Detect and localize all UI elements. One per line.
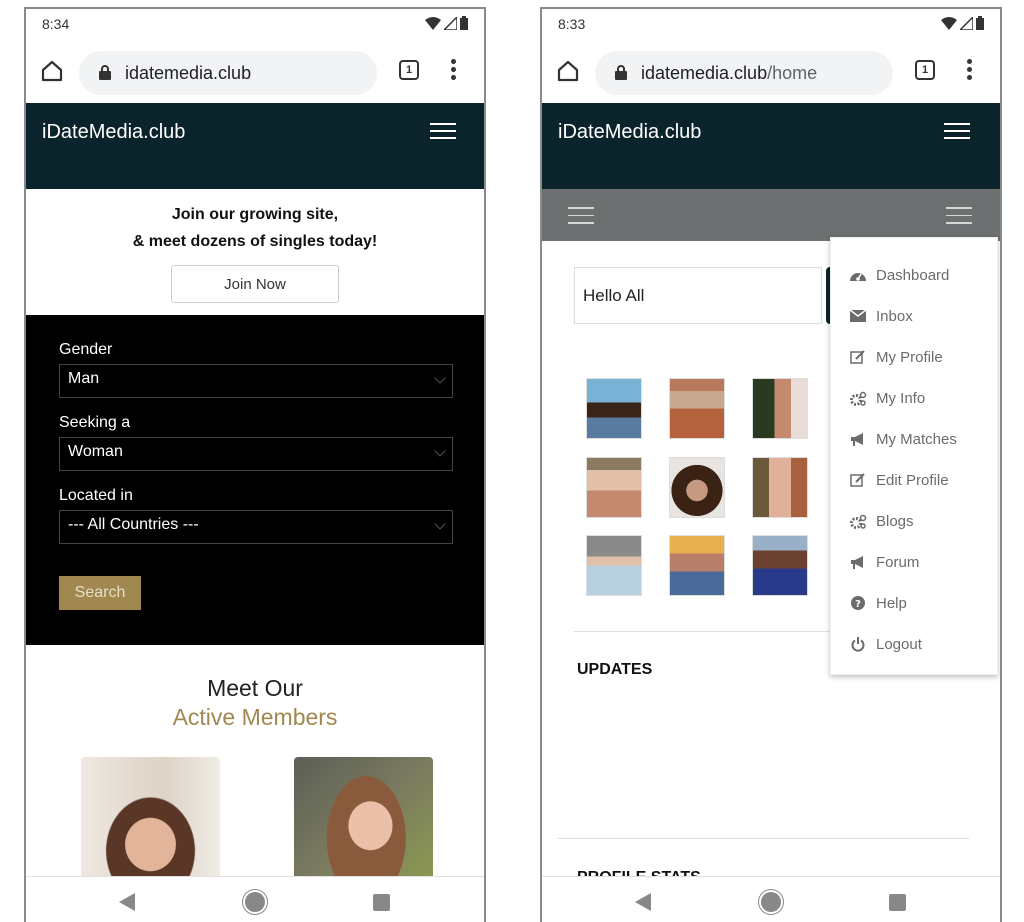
grid-photo[interactable] [586,378,642,439]
menu-item-logout[interactable]: Logout [848,633,922,655]
question-circle-icon: ? [848,595,868,611]
site-logo[interactable]: iDateMedia.club [558,121,701,144]
power-icon [848,636,868,652]
gears-icon [848,513,868,529]
back-icon[interactable] [635,893,651,911]
location-label: Located in [59,487,133,504]
home-circle-icon[interactable] [245,892,265,912]
more-options-icon[interactable] [448,59,458,83]
divider [558,838,969,839]
menu-item-dashboard[interactable]: Dashboard [848,264,949,286]
gears-icon [848,390,868,406]
tab-switcher-button[interactable]: 1 [915,60,935,80]
join-now-button[interactable]: Join Now [171,265,339,303]
back-icon[interactable] [119,893,135,911]
gender-label: Gender [59,341,113,358]
promo-line-2: & meet dozens of singles today! [132,233,378,250]
wifi-icon [425,16,441,30]
member-photo[interactable] [294,757,433,882]
recents-icon[interactable] [889,894,906,911]
chevron-down-icon [434,372,446,384]
url-text: idatemedia.club/home [641,63,818,83]
status-time: 8:33 [558,16,586,32]
dashboard-icon [848,267,868,283]
battery-icon [460,16,468,30]
status-bar: 8:34 [26,9,484,39]
recents-icon[interactable] [373,894,390,911]
more-options-icon[interactable] [964,59,974,83]
grid-photo[interactable] [669,378,725,439]
members-subtitle: Active Members [172,704,338,730]
grid-photo[interactable] [586,457,642,518]
active-members-section: Meet Our Active Members [26,645,484,885]
updates-heading: UPDATES [577,661,653,678]
status-bar: 8:33 [542,9,1000,39]
svg-text:?: ? [855,599,861,610]
tab-switcher-button[interactable]: 1 [399,60,419,80]
android-nav-bar [26,876,484,922]
menu-item-help[interactable]: ? Help [848,592,907,614]
location-select[interactable]: --- All Countries --- [59,510,453,544]
edit-icon [848,349,868,365]
site-header: iDateMedia.club [26,103,484,189]
left-menu-toggle-icon[interactable] [568,207,594,225]
menu-item-my-matches[interactable]: My Matches [848,428,957,450]
home-icon[interactable] [40,59,64,83]
menu-item-my-profile[interactable]: My Profile [848,346,943,368]
menu-item-blogs[interactable]: Blogs [848,510,914,532]
browser-toolbar: idatemedia.club 1 [26,39,484,103]
wifi-icon [941,16,957,30]
menu-item-forum[interactable]: Forum [848,551,919,573]
lock-icon [99,65,111,80]
grid-photo[interactable] [586,535,642,596]
right-menu-toggle-icon[interactable] [946,207,972,225]
menu-item-inbox[interactable]: Inbox [848,305,913,327]
address-bar[interactable]: idatemedia.club [79,51,377,95]
phone-screen-left: 8:34 idatemedia.club 1 iDateMedia.club J… [24,7,486,922]
promo-line-1: Join our growing site, [171,206,339,223]
phone-screen-right: 8:33 idatemedia.club/home 1 iDateMedia.c… [540,7,1002,922]
status-update-input[interactable]: Hello All [574,267,822,324]
envelope-icon [848,308,868,324]
megaphone-icon [848,554,868,570]
android-nav-bar [542,876,1000,922]
signal-icon [444,16,457,30]
menu-item-edit-profile[interactable]: Edit Profile [848,469,949,491]
members-title: Meet Our [207,675,303,701]
dashboard-subnav [542,189,1000,241]
hamburger-menu-icon[interactable] [430,123,456,141]
join-promo: Join our growing site, & meet dozens of … [26,189,484,315]
member-photo[interactable] [81,757,220,882]
signal-icon [960,16,973,30]
grid-photo[interactable] [752,378,808,439]
seeking-label: Seeking a [59,414,131,431]
grid-photo[interactable] [752,535,808,596]
address-bar[interactable]: idatemedia.club/home [595,51,893,95]
browser-toolbar: idatemedia.club/home 1 [542,39,1000,103]
divider [574,631,874,632]
menu-item-my-info[interactable]: My Info [848,387,925,409]
grid-photo[interactable] [669,457,725,518]
gender-select[interactable]: Man [59,364,453,398]
site-logo[interactable]: iDateMedia.club [42,121,185,144]
grid-photo[interactable] [752,457,808,518]
site-header: iDateMedia.club [542,103,1000,189]
battery-icon [976,16,984,30]
lock-icon [615,65,627,80]
status-time: 8:34 [42,16,70,32]
chevron-down-icon [434,445,446,457]
user-dropdown-menu: Dashboard Inbox My Profile My Info My Ma… [830,237,998,675]
search-form: Gender Man Seeking a Woman Located in --… [26,315,484,645]
home-icon[interactable] [556,59,580,83]
chevron-down-icon [434,518,446,530]
search-button[interactable]: Search [59,576,141,610]
megaphone-icon [848,431,868,447]
hamburger-menu-icon[interactable] [944,123,970,141]
url-text: idatemedia.club [125,63,252,83]
seeking-select[interactable]: Woman [59,437,453,471]
grid-photo[interactable] [669,535,725,596]
home-content: Hello All UPDATES PROFILE STATS Dashboar… [542,237,1000,886]
edit-icon [848,472,868,488]
home-circle-icon[interactable] [761,892,781,912]
